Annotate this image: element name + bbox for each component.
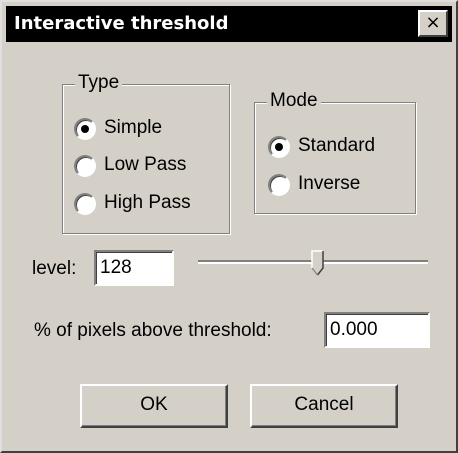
threshold-dialog: Interactive threshold × Type Simple Low … <box>0 0 458 453</box>
cancel-button[interactable]: Cancel <box>250 384 398 428</box>
radio-label: Inverse <box>298 173 361 194</box>
level-slider-thumb[interactable] <box>311 250 325 276</box>
radio-icon <box>74 193 96 215</box>
title-bar[interactable]: Interactive threshold × <box>6 6 452 42</box>
radio-icon <box>74 155 96 177</box>
mode-groupbox: Mode <box>254 90 416 214</box>
radio-label: Low Pass <box>104 154 187 175</box>
close-icon: × <box>425 12 441 33</box>
radio-label: Simple <box>104 117 163 138</box>
level-input[interactable]: 128 <box>94 250 174 286</box>
type-group-label: Type <box>75 72 123 94</box>
level-label: level: <box>32 258 77 279</box>
radio-icon-checked <box>74 118 96 140</box>
close-button[interactable]: × <box>418 10 448 37</box>
radio-label: Standard <box>298 135 376 156</box>
pixels-above-field: 0.000 <box>324 312 430 348</box>
radio-label: High Pass <box>104 192 191 213</box>
radio-icon <box>268 174 290 196</box>
window-title: Interactive threshold <box>14 13 229 34</box>
radio-icon-checked <box>268 136 290 158</box>
mode-group-label: Mode <box>267 90 321 112</box>
pixels-above-label: % of pixels above threshold: <box>34 320 272 341</box>
ok-button[interactable]: OK <box>80 384 228 428</box>
